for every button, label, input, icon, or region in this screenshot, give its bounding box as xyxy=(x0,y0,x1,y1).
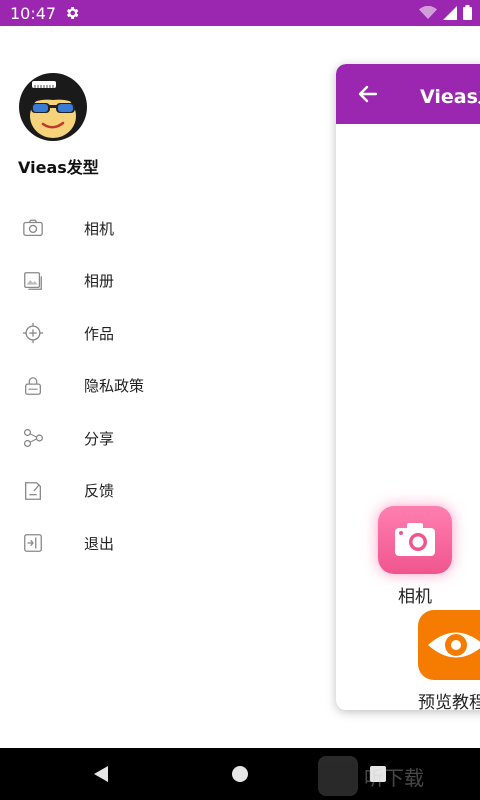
menu-item-label: 相机 xyxy=(84,219,115,238)
watermark-logo xyxy=(318,756,358,796)
back-arrow-icon[interactable] xyxy=(356,82,380,106)
menu-item-camera[interactable]: 相机 xyxy=(0,202,330,255)
menu-item-feedback[interactable]: 反馈 xyxy=(0,465,330,518)
share-icon xyxy=(23,429,43,448)
menu-item-label: 作品 xyxy=(84,324,115,343)
navigation-drawer: Vieas发型 相机 相册 作品 隐私政策 分享 反馈 退出 xyxy=(0,26,330,748)
menu-item-share[interactable]: 分享 xyxy=(0,412,330,465)
menu-item-works[interactable]: 作品 xyxy=(0,307,330,360)
menu-item-label: 相册 xyxy=(84,272,115,291)
lock-icon xyxy=(25,376,41,395)
status-icons xyxy=(419,5,472,20)
menu-item-album[interactable]: 相册 xyxy=(0,255,330,308)
camera-tile-button[interactable] xyxy=(378,506,452,574)
signal-icon xyxy=(443,5,457,20)
status-bar: 10:47 xyxy=(0,0,480,26)
camera-tile-label: 相机 xyxy=(398,587,432,607)
feedback-icon xyxy=(25,481,41,500)
app-name: Vieas发型 xyxy=(18,158,99,177)
home-icon[interactable] xyxy=(232,766,248,782)
menu-item-label: 退出 xyxy=(84,534,115,553)
menu-item-exit[interactable]: 退出 xyxy=(0,517,330,570)
watermark: 听下载 xyxy=(318,756,424,796)
watermark-text: 听下载 xyxy=(364,765,424,790)
gear-icon xyxy=(67,7,79,19)
wifi-icon xyxy=(419,5,437,19)
eye-icon xyxy=(428,632,480,658)
page-title: Vieas发型 xyxy=(420,86,480,108)
back-icon[interactable] xyxy=(92,765,110,783)
battery-icon xyxy=(463,5,472,20)
tutorial-tile-button[interactable] xyxy=(418,610,480,680)
main-card: Vieas发型 相机 预览教程 xyxy=(336,64,480,710)
menu-item-label: 隐私政策 xyxy=(84,377,145,396)
exit-icon xyxy=(24,534,42,553)
camera-icon xyxy=(23,219,43,237)
menu-item-label: 反馈 xyxy=(84,482,115,501)
status-time: 10:47 xyxy=(10,4,57,23)
avatar xyxy=(19,73,87,141)
menu-item-privacy[interactable]: 隐私政策 xyxy=(0,360,330,413)
menu-item-label: 分享 xyxy=(84,429,115,448)
drawer-menu: 相机 相册 作品 隐私政策 分享 反馈 退出 xyxy=(0,202,330,570)
app-bar: Vieas发型 xyxy=(336,64,480,124)
camera-icon xyxy=(395,523,435,556)
works-icon xyxy=(22,323,44,344)
tutorial-tile-label: 预览教程 xyxy=(418,693,480,710)
album-icon xyxy=(24,271,42,290)
